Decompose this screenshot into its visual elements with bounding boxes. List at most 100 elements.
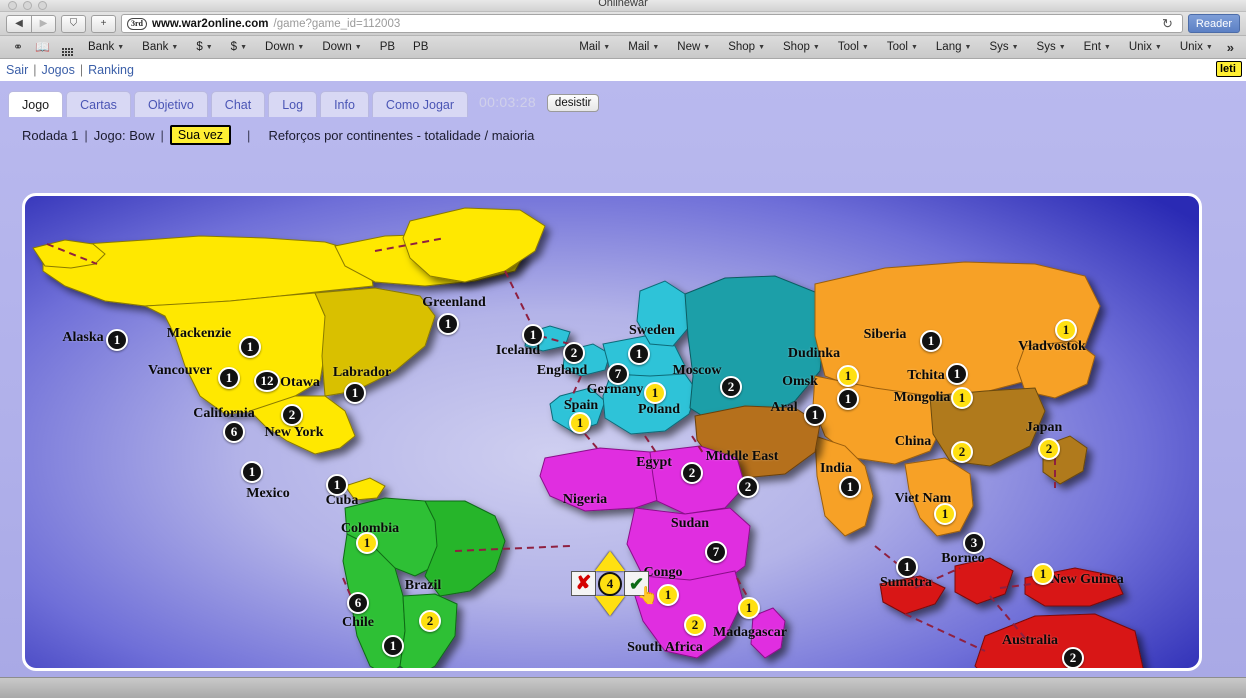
nav-history-buttons[interactable]: ◀ ▶	[6, 14, 56, 33]
notification-badge[interactable]: leti	[1216, 61, 1242, 77]
address-bar[interactable]: 3rd www.war2online.com /game?game_id=112…	[121, 14, 1183, 33]
army-badge-brazil[interactable]: 2	[419, 610, 441, 632]
bookmark--l3[interactable]: $ ▼	[222, 36, 256, 58]
forward-button[interactable]: ▶	[31, 14, 56, 33]
army-count-value: 4	[598, 571, 622, 596]
army-badge-mackenzie[interactable]: 1	[239, 336, 261, 358]
army-badge-india[interactable]: 1	[839, 476, 861, 498]
army-badge-otawa[interactable]: 12	[254, 370, 280, 392]
decrease-armies-arrow-icon[interactable]	[595, 596, 625, 616]
army-badge-viet-nam[interactable]: 1	[934, 503, 956, 525]
army-badge-california[interactable]: 6	[223, 421, 245, 443]
army-badge-sumatra[interactable]: 1	[896, 556, 918, 578]
bookmark-sys-r8[interactable]: Sys ▼	[980, 36, 1027, 58]
army-badge-japan[interactable]: 2	[1038, 438, 1060, 460]
map-canvas[interactable]: Alaska Mackenzie Vancouver Otawa Labrador Cal…	[25, 196, 1199, 668]
reader-button[interactable]: Reader	[1187, 14, 1240, 33]
tab-info[interactable]: Info	[320, 91, 369, 117]
army-badge-argentina[interactable]: 1	[382, 635, 404, 657]
give-up-button[interactable]: desistir	[546, 94, 600, 112]
bookmark-tool-r6[interactable]: Tool ▼	[878, 36, 927, 58]
back-button[interactable]: ◀	[6, 14, 31, 33]
army-badge-mexico[interactable]: 1	[241, 461, 263, 483]
bookmarks-overflow-icon[interactable]: »	[1222, 40, 1239, 55]
army-badge-madagascar[interactable]: 1	[738, 597, 760, 619]
tab-cartas[interactable]: Cartas	[66, 91, 131, 117]
cancel-reinforcement-button[interactable]: ✘	[571, 571, 596, 596]
bookmark-pb-l7[interactable]: PB	[404, 36, 437, 58]
link-ranking[interactable]: Ranking	[88, 63, 134, 77]
army-badge-china[interactable]: 2	[951, 441, 973, 463]
bookmark-mail-r1[interactable]: Mail ▼	[619, 36, 668, 58]
army-badge-labrador[interactable]: 1	[344, 382, 366, 404]
bookmark-tool-r5[interactable]: Tool ▼	[829, 36, 878, 58]
army-badge-congo[interactable]: 1	[657, 584, 679, 606]
army-badge-colombia[interactable]: 1	[356, 532, 378, 554]
army-badge-omsk[interactable]: 1	[837, 388, 859, 410]
bookmark-label: Shop	[783, 41, 810, 53]
reload-icon[interactable]: ↻	[1158, 16, 1177, 32]
bookmark-bank-l1[interactable]: Bank ▼	[133, 36, 187, 58]
grid-icon[interactable]	[56, 39, 79, 56]
increase-armies-arrow-icon[interactable]	[595, 551, 625, 571]
confirm-reinforcement-button[interactable]: ✔	[624, 571, 649, 596]
army-badge-germany[interactable]: 7	[607, 363, 629, 385]
army-badge-vladvostok[interactable]: 1	[1055, 319, 1077, 341]
army-badge-spain[interactable]: 1	[569, 412, 591, 434]
link-jogos[interactable]: Jogos	[41, 63, 74, 77]
new-tab-button[interactable]: +	[91, 14, 116, 33]
glasses-icon[interactable]: ⚭	[7, 40, 29, 54]
army-badge-south-africa[interactable]: 2	[684, 614, 706, 636]
bookmark-down-l5[interactable]: Down ▼	[313, 36, 370, 58]
bookmark-bank-l0[interactable]: Bank ▼	[79, 36, 133, 58]
bookmark--l2[interactable]: $ ▼	[187, 36, 221, 58]
army-badge-egypt[interactable]: 2	[681, 462, 703, 484]
army-badge-middle-east[interactable]: 2	[737, 476, 759, 498]
bookmark-unix-r11[interactable]: Unix ▼	[1120, 36, 1171, 58]
bookmark-mail-r0[interactable]: Mail ▼	[570, 36, 619, 58]
bookmark-unix-r12[interactable]: Unix ▼	[1171, 36, 1222, 58]
army-badge-chile[interactable]: 6	[347, 592, 369, 614]
book-icon[interactable]: 📖	[29, 40, 56, 54]
bookmark-shop-r4[interactable]: Shop ▼	[774, 36, 829, 58]
bookmark-lang-r7[interactable]: Lang ▼	[927, 36, 981, 58]
army-badge-new-york[interactable]: 2	[281, 404, 303, 426]
army-badge-australia[interactable]: 2	[1062, 647, 1084, 668]
army-badge-greenland[interactable]: 1	[437, 313, 459, 335]
reinforcement-widget[interactable]: ✘ 4 ✔	[571, 551, 649, 616]
bookmark-label: PB	[379, 41, 396, 53]
army-badge-alaska[interactable]: 1	[106, 329, 128, 351]
bookmark-new-r2[interactable]: New ▼	[668, 36, 719, 58]
reinforcement-controls[interactable]: ✘ 4 ✔	[571, 571, 649, 596]
army-badge-aral[interactable]: 1	[804, 404, 826, 426]
bookmark-ent-r10[interactable]: Ent ▼	[1075, 36, 1120, 58]
bookmark-pb-l6[interactable]: PB	[371, 36, 404, 58]
army-badge-poland[interactable]: 1	[644, 382, 666, 404]
tab-jogo[interactable]: Jogo	[8, 91, 64, 117]
tab-objetivo[interactable]: Objetivo	[133, 91, 208, 117]
army-badge-tchita[interactable]: 1	[946, 363, 968, 385]
army-badge-moscow[interactable]: 2	[720, 376, 742, 398]
privacy-icon[interactable]: ⛉	[61, 14, 86, 33]
link-sair[interactable]: Sair	[6, 63, 28, 77]
bookmark-sys-r9[interactable]: Sys ▼	[1028, 36, 1075, 58]
army-badge-new-guinea[interactable]: 1	[1032, 563, 1054, 585]
army-badge-vancouver[interactable]: 1	[218, 367, 240, 389]
army-badge-england[interactable]: 2	[563, 342, 585, 364]
world-map[interactable]: Alaska Mackenzie Vancouver Otawa Labrador Cal…	[22, 193, 1202, 671]
bookmark-down-l4[interactable]: Down ▼	[256, 36, 313, 58]
army-badge-siberia[interactable]: 1	[920, 330, 942, 352]
army-badge-iceland[interactable]: 1	[522, 324, 544, 346]
continent-greenland[interactable]	[402, 207, 546, 283]
army-badge-sweden[interactable]: 1	[628, 343, 650, 365]
army-badge-mongolia[interactable]: 1	[951, 387, 973, 409]
tab-como-jogar[interactable]: Como Jogar	[371, 91, 469, 117]
bookmark-shop-r3[interactable]: Shop ▼	[719, 36, 774, 58]
army-badge-sudan[interactable]: 7	[705, 541, 727, 563]
tab-chat[interactable]: Chat	[210, 91, 266, 117]
army-badge-dudinka[interactable]: 1	[837, 365, 859, 387]
army-badge-borneo[interactable]: 3	[963, 532, 985, 554]
tab-log[interactable]: Log	[268, 91, 318, 117]
army-badge-cuba[interactable]: 1	[326, 474, 348, 496]
browser-window: Onlinewar ◀ ▶ ⛉ + 3rd www.war2online.com…	[0, 0, 1246, 698]
